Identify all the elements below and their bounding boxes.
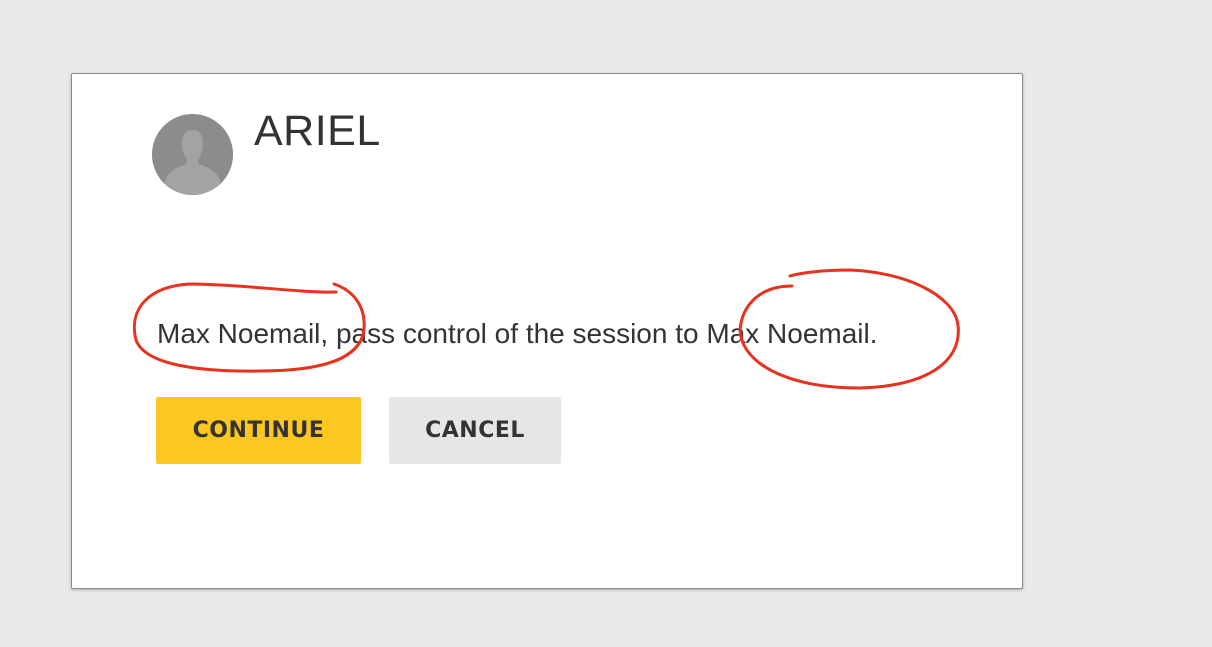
pass-control-dialog: ARIEL Max Noemail, pass control of the s…: [71, 73, 1023, 589]
page: ARIEL Max Noemail, pass control of the s…: [0, 0, 1212, 647]
continue-button[interactable]: CONTINUE: [156, 397, 361, 464]
person-silhouette-icon: [152, 114, 233, 195]
confirmation-message: Max Noemail, pass control of the session…: [157, 318, 878, 349]
cancel-button[interactable]: CANCEL: [389, 397, 561, 464]
avatar: [152, 114, 233, 195]
user-name: ARIEL: [254, 107, 381, 155]
